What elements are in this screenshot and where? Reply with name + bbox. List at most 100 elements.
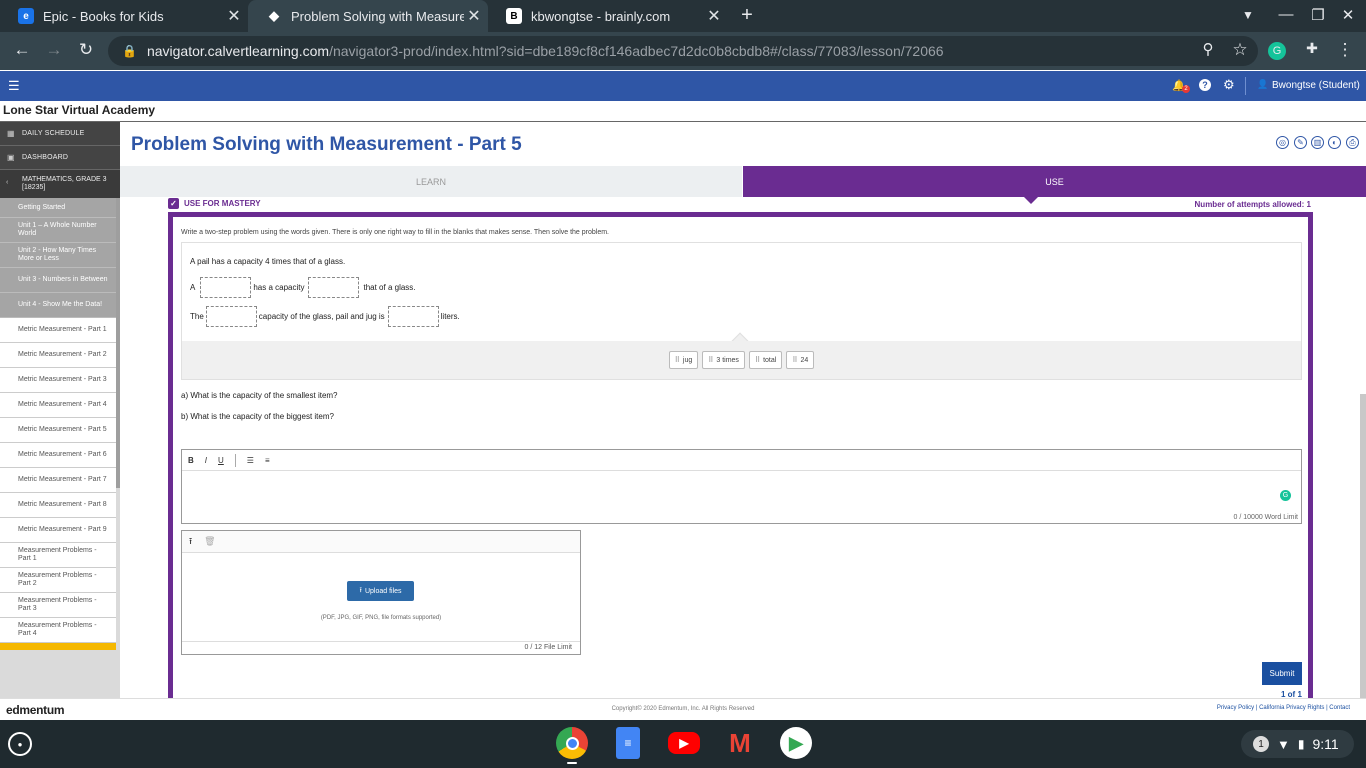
- zoom-icon[interactable]: ⚲: [1196, 40, 1220, 58]
- close-window-icon[interactable]: ✕: [1338, 6, 1358, 24]
- address-bar[interactable]: 🔒 navigator.calvertlearning.com/navigato…: [108, 36, 1258, 66]
- trash-icon[interactable]: 🗑: [204, 536, 215, 547]
- sidebar-lesson-item[interactable]: Measurement Problems - Part 4: [0, 618, 116, 643]
- upload-arrow-icon: ⭱: [359, 586, 362, 594]
- maximize-icon[interactable]: ❐: [1308, 6, 1328, 24]
- close-tab-icon[interactable]: ✕: [224, 6, 244, 26]
- upload-icon[interactable]: ⭱: [189, 534, 192, 550]
- grammarly-icon[interactable]: G: [1268, 42, 1286, 60]
- sidebar-scrollbar[interactable]: [116, 198, 120, 488]
- word-chip[interactable]: ⠿ 3 times: [702, 351, 745, 369]
- brainly-favicon-icon: B: [506, 8, 522, 24]
- extensions-icon[interactable]: ✚: [1300, 40, 1324, 57]
- question-prompt: Write a two-step problem using the words…: [181, 229, 609, 236]
- sidebar-lesson-item[interactable]: Measurement Problems - Part 3: [0, 593, 116, 618]
- browser-tab-epic[interactable]: e Epic - Books for Kids ✕: [0, 0, 248, 32]
- underline-icon[interactable]: U: [218, 456, 224, 465]
- browser-menu-icon[interactable]: ⋮: [1333, 40, 1357, 60]
- browser-tab-problem-solving[interactable]: ◆ Problem Solving with Measurem ✕: [248, 0, 488, 32]
- tab-learn[interactable]: LEARN: [120, 166, 742, 197]
- calvert-favicon-icon: ◆: [269, 8, 279, 23]
- docs-app-icon[interactable]: ≡: [616, 727, 640, 759]
- tab-use[interactable]: USE: [743, 166, 1366, 197]
- word-chips: ⠿ jug ⠿ 3 times ⠿ total ⠿ 24: [0, 351, 1366, 369]
- gmail-app-icon[interactable]: M: [724, 727, 756, 759]
- back-icon[interactable]: ←: [10, 40, 34, 60]
- status-area[interactable]: 1 ▼ ▮ 9:11: [1241, 730, 1354, 758]
- glossary-icon[interactable]: ◐: [1328, 136, 1341, 149]
- grammarly-icon[interactable]: G: [1280, 490, 1291, 501]
- sidebar-daily-schedule[interactable]: ▦ DAILY SCHEDULE: [0, 122, 120, 146]
- word-chip[interactable]: ⠿ 24: [786, 351, 815, 369]
- answer-editor[interactable]: B I U ☰ ≡ G 0 / 10000 Word Limit: [181, 449, 1302, 524]
- sidebar-unit-item[interactable]: Unit 4 - Show Me the Data!: [0, 293, 116, 318]
- sidebar-unit-item[interactable]: Unit 2 - How Many Times More or Less: [0, 243, 116, 268]
- sidebar-lesson-item[interactable]: Metric Measurement - Part 3: [0, 368, 116, 393]
- play-store-app-icon[interactable]: ▶: [780, 727, 812, 759]
- sidebar-lesson-item[interactable]: Metric Measurement - Part 6: [0, 443, 116, 468]
- chevron-left-icon: ‹: [6, 179, 9, 186]
- print-icon[interactable]: ⎙: [1346, 136, 1359, 149]
- close-tab-icon[interactable]: ✕: [704, 6, 724, 26]
- page-scrollbar[interactable]: [1360, 394, 1366, 698]
- sidebar-course[interactable]: ‹ MATHEMATICS, GRADE 3 [18235]: [0, 170, 120, 198]
- submit-button[interactable]: Submit: [1262, 662, 1302, 685]
- tab-search-icon[interactable]: ▼: [1238, 8, 1258, 22]
- launcher-icon[interactable]: ●: [8, 732, 32, 756]
- sidebar-lesson-item[interactable]: Metric Measurement - Part 4: [0, 393, 116, 418]
- question-b: b) What is the capacity of the biggest i…: [181, 412, 334, 421]
- word-chip[interactable]: ⠿ jug: [668, 351, 699, 369]
- question-a: a) What is the capacity of the smallest …: [181, 391, 338, 400]
- sidebar-lesson-item[interactable]: Metric Measurement - Part 5: [0, 418, 116, 443]
- use-for-mastery: ✓ USE FOR MASTERY: [168, 198, 261, 209]
- checkbox-checked-icon: ✓: [168, 198, 179, 209]
- sidebar-lesson-item[interactable]: Metric Measurement - Part 8: [0, 493, 116, 518]
- copyright: Copyright© 2020 Edmentum, Inc. All Right…: [611, 706, 755, 712]
- bullet-list-icon[interactable]: ☰: [247, 456, 254, 465]
- sidebar-unit-item[interactable]: Getting Started: [0, 198, 116, 218]
- app-running-indicator: [567, 762, 577, 764]
- drag-handle-icon: ⠿: [792, 357, 798, 364]
- minimize-icon[interactable]: —: [1276, 6, 1296, 23]
- sidebar-dashboard[interactable]: ▣ DASHBOARD: [0, 146, 120, 170]
- chrome-center-icon: [565, 736, 579, 750]
- drop-blank-4[interactable]: [387, 306, 439, 327]
- drop-blank-2[interactable]: [308, 277, 360, 298]
- drag-handle-icon: ⠿: [674, 357, 680, 364]
- reload-icon[interactable]: ↻: [74, 40, 98, 60]
- book-icon[interactable]: ▥: [1311, 136, 1324, 149]
- user-icon: 👤: [1257, 79, 1269, 89]
- hamburger-menu-icon[interactable]: ☰: [8, 78, 20, 94]
- upload-files-button[interactable]: ⭱ Upload files: [347, 581, 414, 601]
- italic-icon[interactable]: I: [205, 456, 207, 465]
- notes-icon[interactable]: ✎: [1294, 136, 1307, 149]
- new-tab-icon[interactable]: +: [737, 4, 757, 27]
- chrome-app-icon[interactable]: [556, 727, 588, 759]
- sidebar-lesson-item[interactable]: Metric Measurement - Part 1: [0, 318, 116, 343]
- drop-blank-1[interactable]: [200, 277, 252, 298]
- bold-icon[interactable]: B: [188, 456, 194, 465]
- user-menu[interactable]: Bwongtse (Student): [1272, 80, 1360, 91]
- target-icon[interactable]: ◎: [1276, 136, 1289, 149]
- word-chip[interactable]: ⠿ total: [748, 351, 783, 369]
- drop-blank-3[interactable]: [205, 306, 257, 327]
- sidebar-lesson-item[interactable]: Metric Measurement - Part 9: [0, 518, 116, 543]
- upload-footer: [182, 641, 580, 654]
- numbered-list-icon[interactable]: ≡: [265, 456, 270, 465]
- settings-gear-icon[interactable]: ⚙: [1223, 77, 1235, 93]
- sidebar-lesson-item[interactable]: Metric Measurement - Part 7: [0, 468, 116, 493]
- clock: 9:11: [1312, 736, 1339, 752]
- sidebar-lesson-item[interactable]: Measurement Problems - Part 2: [0, 568, 116, 593]
- sidebar-unit-item[interactable]: Unit 1 – A Whole Number World: [0, 218, 116, 243]
- forward-icon[interactable]: →: [42, 40, 66, 60]
- page-footer: edmentum Copyright© 2020 Edmentum, Inc. …: [0, 698, 1366, 720]
- sidebar-lesson-item[interactable]: Measurement Problems - Part 1: [0, 543, 116, 568]
- sidebar-current-item-highlight[interactable]: [0, 643, 116, 650]
- bookmark-star-icon[interactable]: ☆: [1228, 40, 1252, 60]
- browser-tab-brainly[interactable]: B kbwongtse - brainly.com ✕: [488, 0, 728, 32]
- close-tab-icon[interactable]: ✕: [464, 6, 484, 26]
- footer-links[interactable]: Privacy Policy | California Privacy Righ…: [1217, 705, 1350, 711]
- youtube-app-icon[interactable]: ▶: [668, 732, 700, 754]
- help-icon[interactable]: ?: [1199, 79, 1211, 91]
- sidebar-unit-item[interactable]: Unit 3 - Numbers in Between: [0, 268, 116, 293]
